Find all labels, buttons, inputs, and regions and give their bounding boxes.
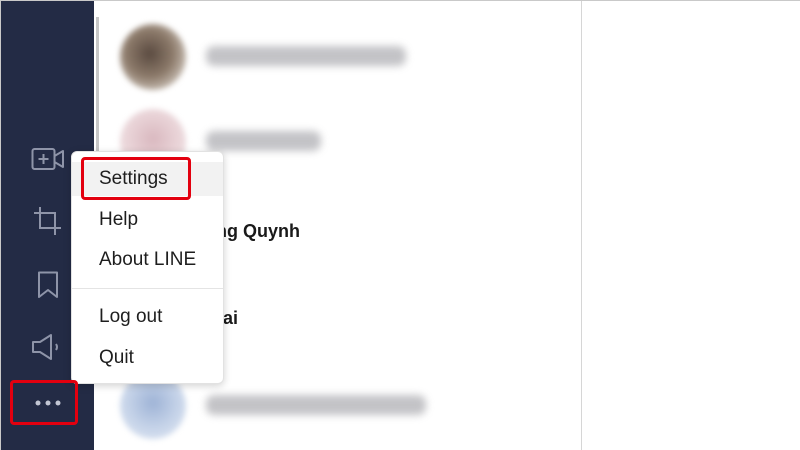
avatar xyxy=(120,24,186,90)
bookmark-button[interactable] xyxy=(28,265,68,305)
settings-highlight-box xyxy=(81,157,191,200)
menu-divider xyxy=(72,288,223,289)
blurred-chat-name xyxy=(206,395,426,415)
announcement-button[interactable] xyxy=(28,327,68,367)
app-window: ang Quynh otai Settings Help About LINE … xyxy=(0,0,800,450)
bookmark-icon xyxy=(37,271,59,299)
menu-item-quit[interactable]: Quit xyxy=(72,341,223,375)
crop-button[interactable] xyxy=(28,201,68,241)
more-button-highlight-box xyxy=(10,380,78,425)
menu-item-about-line[interactable]: About LINE xyxy=(72,243,223,277)
conversation-pane xyxy=(582,1,800,450)
video-call-button[interactable] xyxy=(28,139,68,179)
menu-item-log-out[interactable]: Log out xyxy=(72,300,223,334)
chat-list-item[interactable] xyxy=(94,16,582,96)
video-call-icon xyxy=(31,146,65,172)
blurred-chat-name xyxy=(206,131,321,151)
crop-icon xyxy=(33,206,63,236)
speaker-icon xyxy=(31,333,65,361)
menu-item-help[interactable]: Help xyxy=(72,203,223,237)
blurred-chat-name xyxy=(206,46,406,66)
